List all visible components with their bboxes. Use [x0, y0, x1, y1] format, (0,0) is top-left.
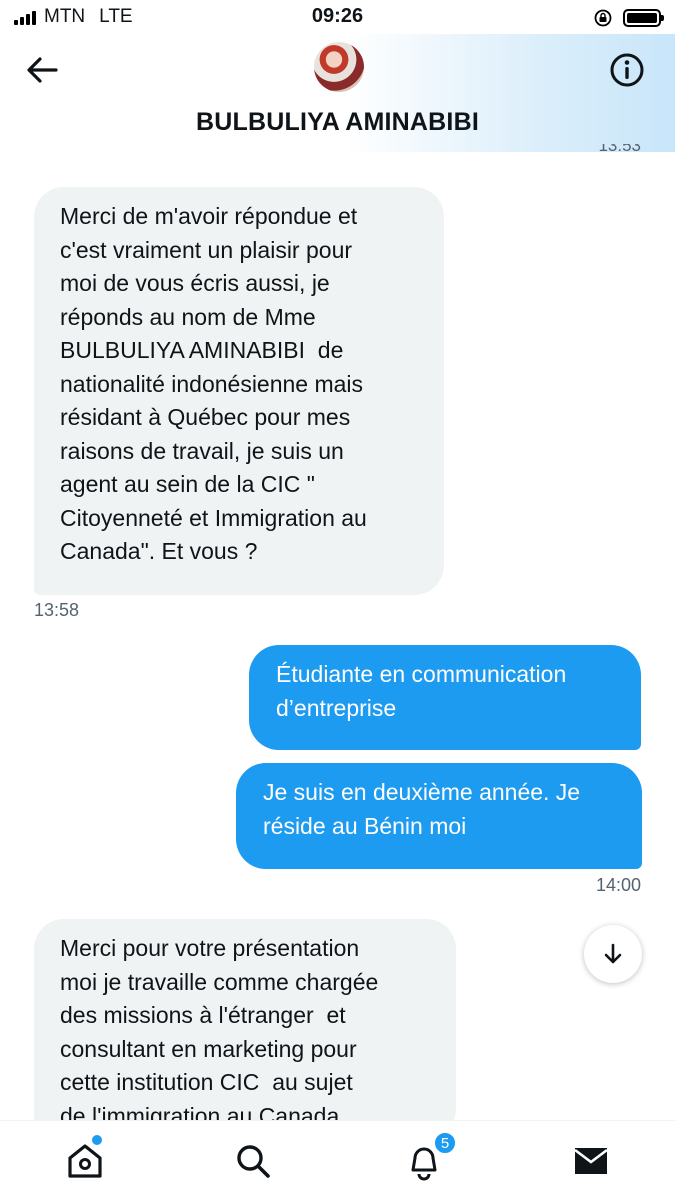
bottom-navigation: 5	[0, 1120, 675, 1200]
orientation-lock-icon	[594, 9, 612, 27]
message-line: moi de vous écris aussi, je	[60, 270, 330, 296]
status-right	[593, 8, 664, 28]
back-arrow-icon	[27, 57, 58, 83]
message-line: Merci de m'avoir répondue et	[60, 203, 358, 229]
message-timestamp: 13:58	[34, 600, 80, 620]
conversation-header: BULBULIYA AMINABIBI	[0, 34, 675, 152]
message-line: Canada". Et vous ?	[60, 538, 258, 564]
home-icon	[68, 1144, 102, 1178]
message-sent[interactable]: Étudiante en communication d’entreprise	[249, 645, 641, 750]
contact-name[interactable]: BULBULIYA AMINABIBI	[0, 108, 675, 137]
message-line: d’entreprise	[276, 694, 397, 721]
message-line: réside au Bénin moi	[263, 812, 467, 839]
message-line: Je suis en deuxième année. Je	[263, 779, 581, 805]
message-line: résidant à Québec pour mes	[60, 404, 351, 430]
message-line: consultant en marketing pour	[60, 1035, 357, 1062]
home-unread-dot	[92, 1135, 102, 1145]
message-sent[interactable]: Je suis en deuxième année. Je réside au …	[236, 763, 642, 869]
search-icon	[237, 1145, 270, 1178]
messages-icon	[574, 1148, 608, 1174]
status-time: 09:26	[311, 5, 364, 27]
notification-count-badge: 5	[433, 1131, 457, 1155]
message-line: c'est vraiment un plaisir pour	[60, 236, 353, 263]
message-line: réponds au nom de Mme	[60, 303, 316, 330]
message-timestamp: 14:00	[595, 875, 641, 895]
message-received[interactable]: Merci pour votre présentation moi je tra…	[34, 919, 456, 1139]
battery-icon	[623, 9, 664, 27]
message-line: moi je travaille comme chargée	[60, 968, 379, 995]
message-line: agent au sein de la CIC "	[60, 471, 315, 497]
nav-home[interactable]	[63, 1139, 107, 1183]
dm-conversation-screen: MTN LTE 09:26 BULBULIYA AMINABIBI 13:53 …	[0, 0, 675, 1200]
nav-messages[interactable]	[569, 1139, 613, 1183]
message-line: Étudiante en communication	[276, 661, 567, 687]
message-received[interactable]: Merci de m'avoir répondue et c'est vraim…	[34, 187, 444, 595]
scroll-to-bottom-button[interactable]	[584, 925, 642, 983]
message-line: Citoyenneté et Immigration au	[60, 504, 367, 531]
message-line: des missions à l'étranger et	[60, 1002, 346, 1028]
nav-search[interactable]	[231, 1139, 275, 1183]
avatar[interactable]	[314, 42, 364, 92]
status-bar: MTN LTE 09:26	[0, 0, 675, 34]
message-line: cette institution CIC au sujet	[60, 1069, 353, 1095]
back-button[interactable]	[22, 50, 62, 90]
message-line: raisons de travail, je suis un	[60, 437, 344, 464]
message-line: nationalité indonésienne mais	[60, 370, 364, 397]
info-icon	[610, 53, 644, 87]
message-line: BULBULIYA AMINABIBI de	[60, 337, 344, 363]
message-line: Merci pour votre présentation	[60, 935, 360, 961]
arrow-down-icon	[604, 943, 622, 964]
previous-timestamp: 13:53	[598, 144, 641, 155]
info-button[interactable]	[609, 52, 645, 88]
